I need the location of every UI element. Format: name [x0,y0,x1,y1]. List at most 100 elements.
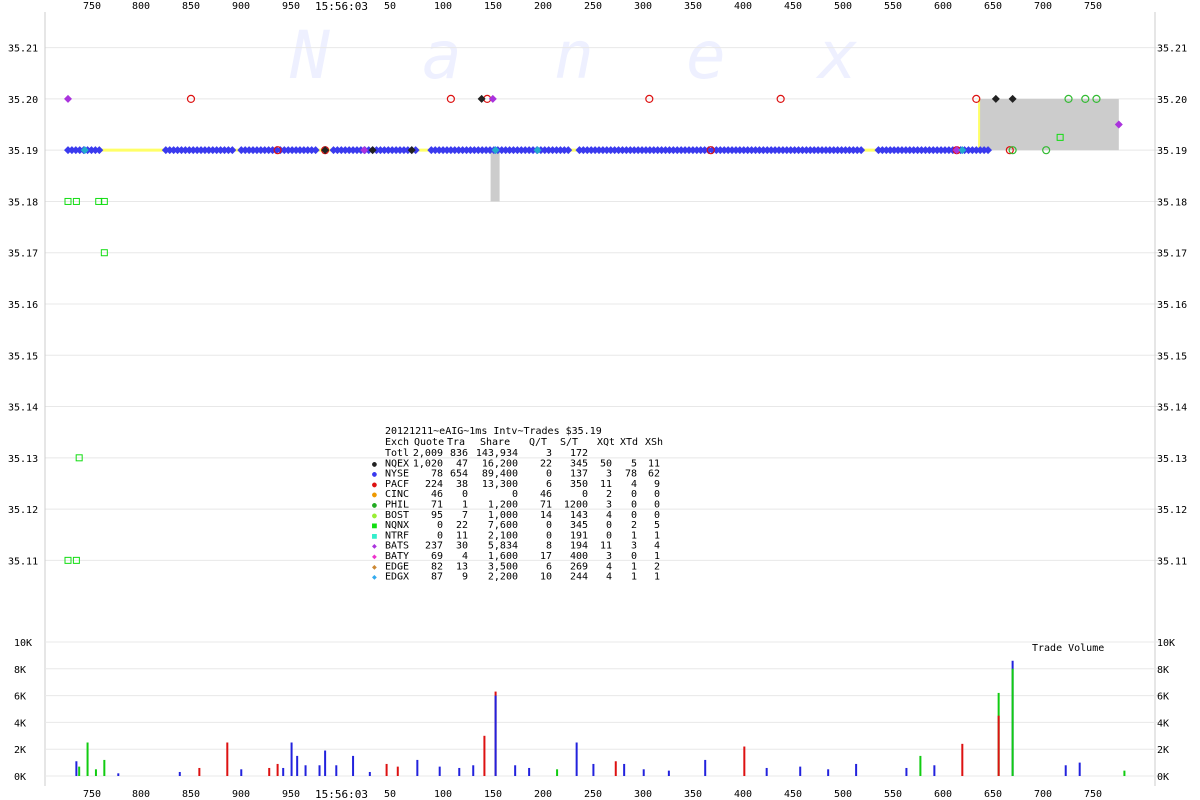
volume-bar-nqnx [1011,668,1014,776]
volume-tick-label-left: 6K [14,692,26,703]
x-tick-label-bottom: 400 [734,789,752,800]
x-tick-label-bottom: 50 [384,789,396,800]
volume-bar-pacf [614,761,617,776]
center-time-top: 15:56:03 [315,0,368,13]
volume-bar-nyse [933,765,936,776]
center-time-bottom: 15:56:03 [315,788,368,800]
y-tick-label-left: 35.19 [8,146,38,157]
x-tick-label-bottom: 650 [984,789,1002,800]
x-tick-label-bottom: 700 [1034,789,1052,800]
x-tick-label-top: 250 [584,1,602,12]
volume-tick-label-left: 8K [14,665,26,676]
stats-table-cell: 2,200 [488,572,518,583]
stats-table-cell: 1 [631,572,637,583]
x-tick-label-top: 300 [634,1,652,12]
x-tick-label-top: 800 [132,1,150,12]
watermark-letter: a [422,17,462,94]
x-tick-label-bottom: 450 [784,789,802,800]
stats-table-header: Exch [385,437,409,448]
volume-bar-nyse [416,759,419,776]
x-axis-top: 750 800 850 900 950 15:56:03 50 100 150 200 250 300… [83,0,1102,13]
volume-bar-nyse [575,742,578,776]
volume-tick-label-left: 10K [14,638,32,649]
x-tick-label-top: 850 [182,1,200,12]
stats-table-marker: ◆ [372,573,377,582]
stats-table-marker: ● [372,459,377,468]
x-tick-label-bottom: 750 [1084,789,1102,800]
x-tick-label-bottom: 350 [684,789,702,800]
stats-table-header: Share [480,437,510,448]
y-tick-label-left: 35.15 [8,351,38,362]
volume-bar-nyse [855,763,858,776]
volume-bar-pacf [483,735,486,776]
y-tick-label-right: 35.15 [1157,351,1187,362]
stats-table-cell: 87 [431,572,443,583]
y-tick-label-left: 35.17 [8,249,38,260]
x-tick-label-top: 950 [282,1,300,12]
y-tick-label-right: 35.14 [1157,403,1187,414]
stats-table-cell: EDGX [385,572,409,583]
volume-bar-nqnx [78,766,81,776]
volume-bar-nyse [528,767,531,776]
stats-table-header: Tra [447,437,465,448]
stats-table-cell: 9 [462,572,468,583]
volume-bar-nyse [282,767,285,776]
volume-tick-label-right: 8K [1157,665,1169,676]
x-tick-label-bottom: 800 [132,789,150,800]
volume-bar-pacf [961,743,964,776]
x-axis-bottom: 750 800 850 900 950 15:56:03 50 100 150 200 250 300… [83,788,1102,800]
x-tick-label-bottom: 200 [534,789,552,800]
volume-bar-pacf [268,767,271,776]
volume-bar-nqnx [556,769,559,776]
stats-table-marker: ■ [372,531,377,540]
volume-bar-nyse [827,769,830,776]
volume-bar-nqnx [86,742,89,776]
x-tick-label-top: 700 [1034,1,1052,12]
stats-table-marker: ● [372,470,377,479]
x-tick-label-top: 600 [934,1,952,12]
volume-tick-label-left: 2K [14,745,26,756]
x-tick-label-top: 500 [834,1,852,12]
volume-bar-nyse [368,771,371,776]
volume-bar-nyse [117,773,120,776]
y-tick-label-right: 35.19 [1157,146,1187,157]
stats-table-marker: ◆ [372,552,377,561]
volume-gridlines [45,641,1160,777]
x-tick-label-top: 750 [83,1,101,12]
stats-table-marker: ● [372,511,377,520]
volume-bar-nyse [799,766,802,776]
volume-bar-nyse [514,765,517,776]
stats-table-header: XTd [620,437,638,448]
x-tick-label-bottom: 500 [834,789,852,800]
x-tick-label-bottom: 100 [434,789,452,800]
volume-tick-label-left: 0K [14,772,26,783]
y-tick-label-right: 35.12 [1157,505,1187,516]
x-tick-label-top: 650 [984,1,1002,12]
watermark-letter: n [554,17,594,94]
x-tick-label-top: 550 [884,1,902,12]
volume-bar-nyse [438,766,441,776]
x-tick-label-top: 200 [534,1,552,12]
volume-tick-label-right: 6K [1157,692,1169,703]
volume-tick-label-right: 4K [1157,718,1169,729]
x-tick-label-bottom: 850 [182,789,200,800]
volume-bar-nyse [623,763,626,776]
y-tick-label-left: 35.20 [8,95,38,106]
x-tick-label-top: 50 [384,1,396,12]
x-tick-label-bottom: 950 [282,789,300,800]
y-tick-label-right: 35.17 [1157,249,1187,260]
volume-bars [75,660,1126,776]
y-tick-label-left: 35.21 [8,44,38,55]
volume-bar-nyse [1064,765,1067,776]
x-tick-label-bottom: 250 [584,789,602,800]
volume-tick-label-left: 4K [14,718,26,729]
stats-table-marker: ● [372,490,377,499]
volume-y-axis: 10K 10K 8K 8K 6K 6K 4K 4K 2K 2K 0K 0K [14,638,1175,783]
volume-bar-nyse [324,750,327,776]
y-tick-label-left: 35.11 [8,556,38,567]
volume-bar-nyse [318,765,321,776]
volume-bar-nyse [458,767,461,776]
x-tick-label-bottom: 150 [484,789,502,800]
volume-bar-nyse [352,755,355,776]
x-tick-label-top: 450 [784,1,802,12]
